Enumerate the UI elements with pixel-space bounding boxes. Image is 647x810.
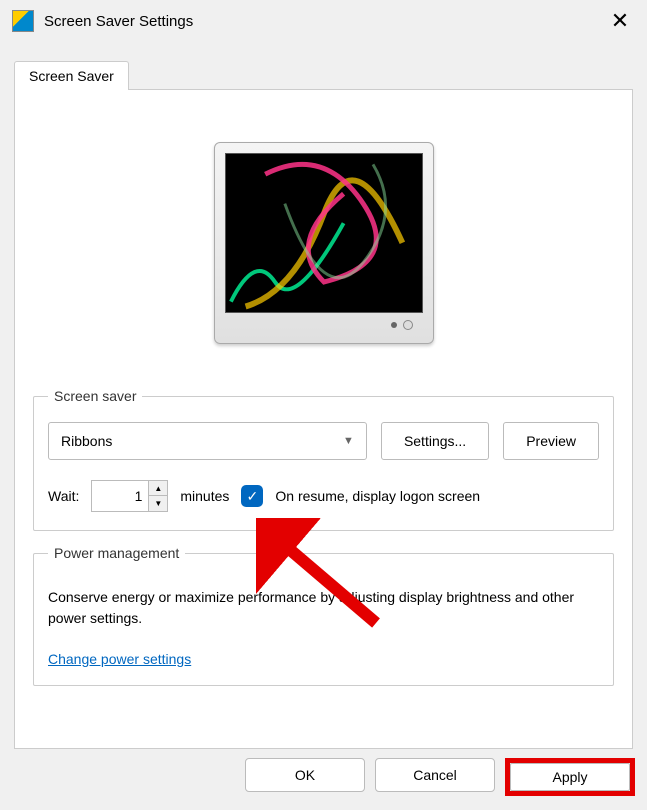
resume-logon-label: On resume, display logon screen xyxy=(275,488,480,504)
monitor-preview-container xyxy=(31,106,616,374)
screensaver-group: Screen saver Ribbons ▼ Settings... Previ… xyxy=(33,388,614,531)
ribbons-preview-icon xyxy=(226,154,422,312)
apply-button[interactable]: Apply xyxy=(510,763,630,791)
screensaver-legend: Screen saver xyxy=(48,388,142,404)
minutes-label: minutes xyxy=(180,488,229,504)
monitor-screen xyxy=(225,153,423,313)
change-power-settings-link[interactable]: Change power settings xyxy=(48,651,191,667)
spinner-down-button[interactable]: ▼ xyxy=(149,496,167,511)
spinner-up-button[interactable]: ▲ xyxy=(149,481,167,496)
ok-button[interactable]: OK xyxy=(245,758,365,792)
resume-logon-checkbox[interactable]: ✓ xyxy=(241,485,263,507)
close-button[interactable]: ✕ xyxy=(605,8,635,34)
tab-panel: Screen saver Ribbons ▼ Settings... Previ… xyxy=(14,89,633,749)
tab-strip: Screen Saver xyxy=(0,60,647,89)
power-management-legend: Power management xyxy=(48,545,185,561)
screensaver-select-value: Ribbons xyxy=(61,433,112,449)
power-management-description: Conserve energy or maximize performance … xyxy=(48,587,599,629)
tab-screen-saver[interactable]: Screen Saver xyxy=(14,61,129,90)
monitor-frame xyxy=(214,142,434,344)
screensaver-select[interactable]: Ribbons ▼ xyxy=(48,422,367,460)
titlebar: Screen Saver Settings ✕ xyxy=(0,0,647,42)
cancel-button[interactable]: Cancel xyxy=(375,758,495,792)
wait-spinner[interactable]: ▲ ▼ xyxy=(91,480,168,512)
wait-label: Wait: xyxy=(48,488,79,504)
power-management-group: Power management Conserve energy or maxi… xyxy=(33,545,614,686)
monitor-power-icon xyxy=(403,320,413,330)
monitor-base xyxy=(225,313,423,337)
window-title: Screen Saver Settings xyxy=(44,13,605,30)
settings-button[interactable]: Settings... xyxy=(381,422,489,460)
wait-input[interactable] xyxy=(92,481,148,511)
preview-button[interactable]: Preview xyxy=(503,422,599,460)
screensaver-icon xyxy=(12,10,34,32)
apply-highlight: Apply xyxy=(505,758,635,796)
chevron-down-icon: ▼ xyxy=(343,435,354,447)
dialog-button-row: OK Cancel Apply xyxy=(245,758,635,796)
monitor-led-icon xyxy=(391,322,397,328)
